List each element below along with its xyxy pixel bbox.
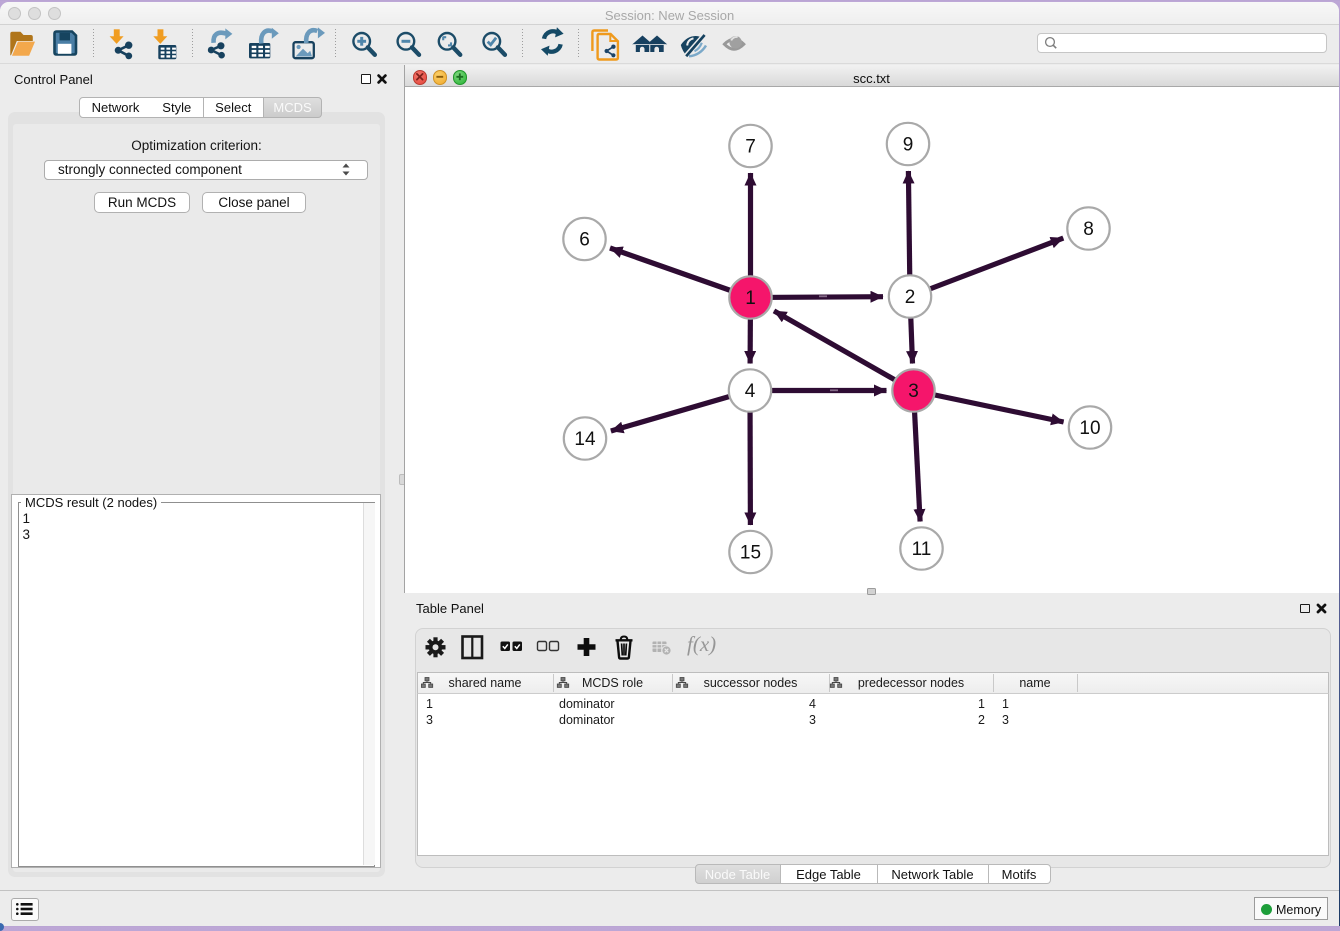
- svg-text:4: 4: [745, 381, 756, 402]
- svg-text:6: 6: [579, 230, 590, 251]
- svg-text:3: 3: [908, 381, 919, 402]
- svg-text:11: 11: [912, 539, 932, 560]
- svg-text:15: 15: [740, 543, 761, 564]
- svg-text:1: 1: [745, 288, 756, 309]
- svg-text:7: 7: [745, 137, 756, 158]
- svg-text:10: 10: [1079, 418, 1100, 439]
- svg-text:14: 14: [574, 429, 596, 450]
- svg-text:8: 8: [1083, 219, 1094, 240]
- svg-text:2: 2: [905, 287, 916, 308]
- svg-text:9: 9: [903, 135, 914, 156]
